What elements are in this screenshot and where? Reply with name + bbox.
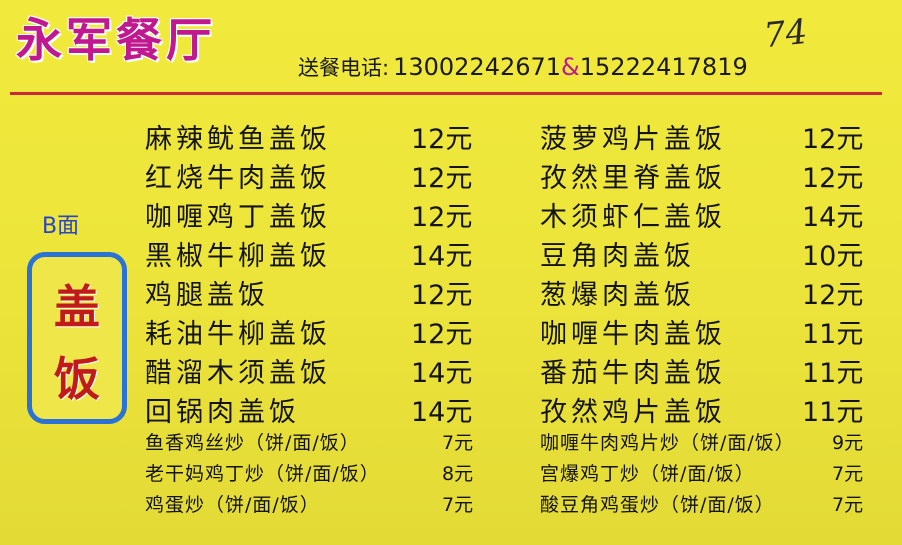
side-label: B面 bbox=[42, 214, 80, 239]
dish-price: 7元 bbox=[442, 494, 474, 516]
dish-price: 7元 bbox=[832, 494, 864, 516]
dish-price: 12元 bbox=[411, 280, 473, 311]
dish-name: 醋溜木须盖饭 bbox=[145, 358, 331, 389]
dish-name: 酸豆角鸡蛋炒（饼/面/饭） bbox=[540, 494, 775, 516]
dish-name: 咖喱牛肉鸡片炒（饼/面/饭） bbox=[540, 432, 795, 454]
dish-name: 豆角肉盖饭 bbox=[540, 241, 695, 272]
dish-price: 10元 bbox=[802, 241, 864, 272]
dish-price: 14元 bbox=[411, 397, 473, 428]
dish-price: 11元 bbox=[802, 397, 864, 428]
dish-price: 9元 bbox=[832, 432, 864, 454]
dish-name: 红烧牛肉盖饭 bbox=[145, 163, 331, 194]
dish-name: 葱爆肉盖饭 bbox=[540, 280, 695, 311]
header-divider bbox=[10, 92, 882, 95]
dish-name: 番茄牛肉盖饭 bbox=[540, 358, 726, 389]
dish-name: 回锅肉盖饭 bbox=[145, 397, 300, 428]
dish-name: 宫爆鸡丁炒（饼/面/饭） bbox=[540, 463, 755, 485]
dish-price: 7元 bbox=[832, 463, 864, 485]
dish-price: 7元 bbox=[442, 432, 474, 454]
dish-price: 12元 bbox=[802, 280, 864, 311]
phone-separator: & bbox=[561, 53, 580, 81]
delivery-phone: 送餐电话: 13002242671&15222417819 bbox=[298, 50, 748, 85]
dish-name: 咖喱牛肉盖饭 bbox=[540, 319, 726, 350]
dish-price: 14元 bbox=[411, 241, 473, 272]
dish-name: 木须虾仁盖饭 bbox=[540, 202, 726, 233]
dish-name: 菠萝鸡片盖饭 bbox=[540, 124, 726, 155]
dish-price: 14元 bbox=[411, 358, 473, 389]
phone-number-1[interactable]: 13002242671 bbox=[393, 53, 561, 81]
dish-name: 鸡蛋炒（饼/面/饭） bbox=[145, 494, 320, 516]
dish-price: 12元 bbox=[411, 202, 473, 233]
menu-card: 永军餐厅 送餐电话: 13002242671&15222417819 74 B面 … bbox=[0, 0, 902, 545]
dish-price: 11元 bbox=[802, 319, 864, 350]
dish-name: 鸡腿盖饭 bbox=[145, 280, 269, 311]
dish-name: 耗油牛柳盖饭 bbox=[145, 319, 331, 350]
dish-price: 12元 bbox=[411, 124, 473, 155]
restaurant-name: 永军餐厅 bbox=[16, 13, 216, 67]
dish-price: 8元 bbox=[442, 463, 474, 485]
phone-label: 送餐电话: bbox=[298, 56, 390, 80]
dish-price: 12元 bbox=[802, 124, 864, 155]
dish-name: 黑椒牛柳盖饭 bbox=[145, 241, 331, 272]
dish-name: 孜然鸡片盖饭 bbox=[540, 397, 726, 428]
phone-number-2[interactable]: 15222417819 bbox=[580, 53, 748, 81]
dish-price: 12元 bbox=[802, 163, 864, 194]
dish-price: 12元 bbox=[411, 319, 473, 350]
dish-name: 孜然里脊盖饭 bbox=[540, 163, 726, 194]
dish-name: 老干妈鸡丁炒（饼/面/饭） bbox=[145, 463, 380, 485]
badge-char: 饭 bbox=[54, 352, 100, 406]
handwritten-note: 74 bbox=[762, 11, 810, 57]
dish-name: 麻辣鱿鱼盖饭 bbox=[145, 124, 331, 155]
dish-price: 11元 bbox=[802, 358, 864, 389]
dish-name: 鱼香鸡丝炒（饼/面/饭） bbox=[145, 432, 360, 454]
dish-price: 12元 bbox=[411, 163, 473, 194]
category-badge: 盖 饭 bbox=[27, 252, 127, 424]
dish-price: 14元 bbox=[802, 202, 864, 233]
badge-char: 盖 bbox=[54, 280, 100, 334]
dish-name: 咖喱鸡丁盖饭 bbox=[145, 202, 331, 233]
